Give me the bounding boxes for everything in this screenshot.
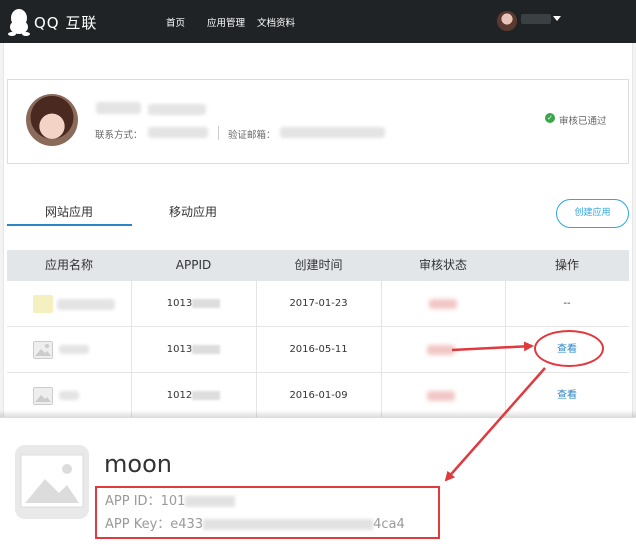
arrow-to-credentials	[444, 367, 546, 482]
arrow-to-view-link	[451, 341, 534, 352]
annotation-arrows	[444, 341, 546, 482]
